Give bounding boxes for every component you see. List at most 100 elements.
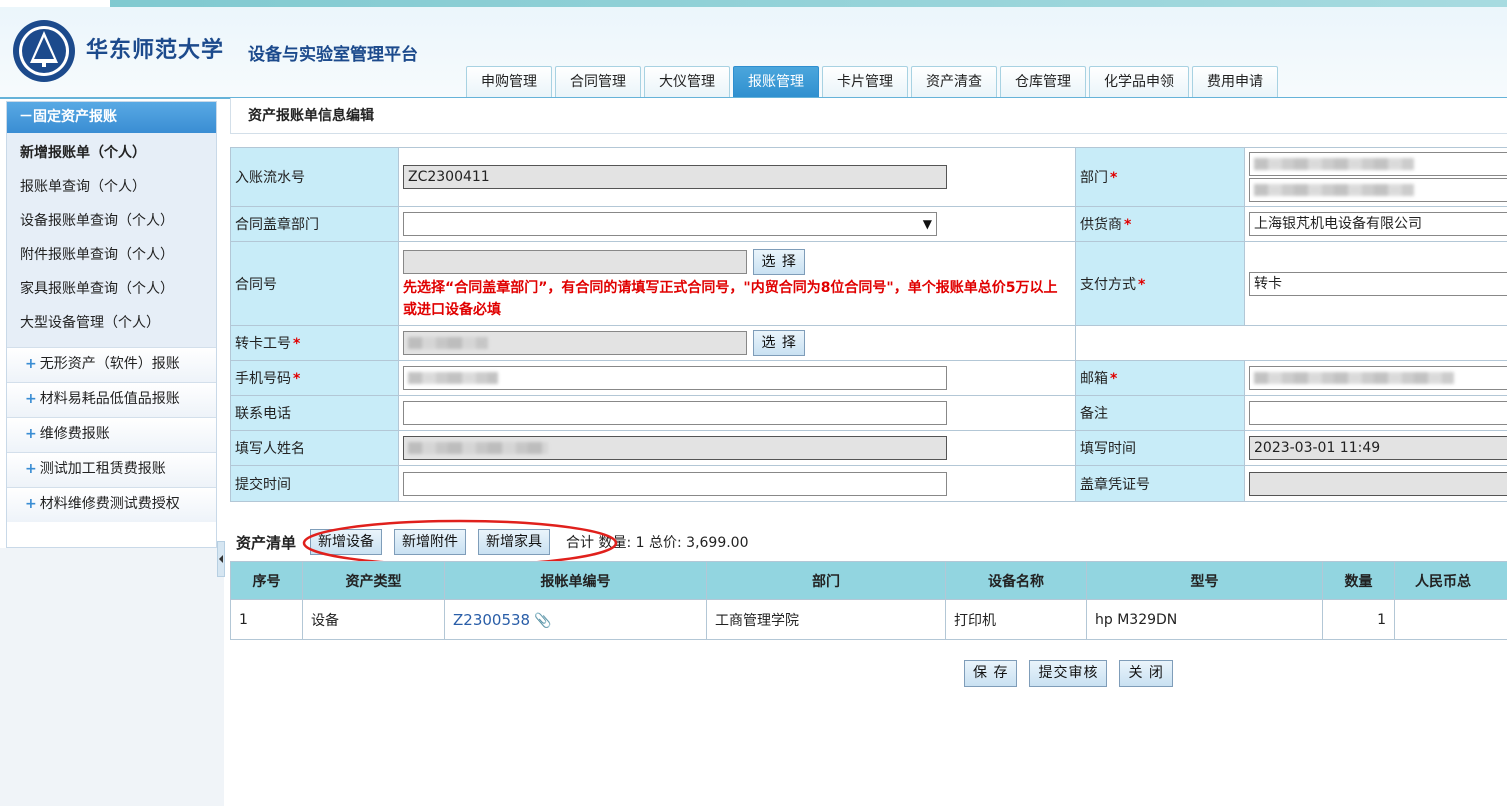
fill-time-input[interactable]: 2023-03-01 11:49	[1249, 436, 1507, 460]
contract-seal-dept-select[interactable]: ▼	[403, 212, 937, 236]
column-header: 设备名称	[945, 561, 1087, 600]
sidebar-collapse-toggle[interactable]	[217, 541, 225, 577]
cell-qty: 1	[1322, 599, 1395, 640]
required-mark: *	[293, 371, 301, 387]
university-logo-icon	[13, 20, 75, 82]
header-top-notch	[0, 0, 110, 7]
bill-no-link[interactable]: Z2300538	[453, 611, 530, 629]
bill-form: 入账流水号 ZC2300411 部门 * 合同盖章部门 ▼ 供货商 * 上海银芃机电…	[230, 147, 1507, 502]
contract-no-input[interactable]	[403, 249, 747, 274]
mobile-input[interactable]	[403, 366, 947, 390]
mobile-label: 手机号码 *	[230, 360, 399, 396]
sidebar-section-authorization[interactable]: + 材料维修费测试费授权	[7, 487, 216, 522]
sidebar-section-label: 材料易耗品低值品报账	[39, 391, 180, 407]
sidebar-item-bill-query[interactable]: 报账单查询（个人）	[7, 173, 216, 207]
cell-dept: 工商管理学院	[706, 599, 946, 640]
required-mark: *	[1138, 276, 1146, 293]
tab-reimbursement[interactable]: 报账管理	[733, 66, 819, 98]
submit-time-input[interactable]	[403, 471, 947, 496]
contract-select-button[interactable]: 选 择	[753, 248, 805, 275]
tab-contract[interactable]: 合同管理	[555, 66, 641, 98]
sidebar-section-label: 测试加工租赁费报账	[39, 461, 166, 477]
platform-name: 设备与实验室管理平台	[248, 45, 418, 65]
action-buttons: 保 存 提交审核 关 闭	[964, 660, 1173, 687]
tab-expense[interactable]: 费用申请	[1192, 66, 1278, 98]
payment-method-label: 支付方式 *	[1075, 241, 1245, 326]
column-header: 资产类型	[302, 561, 445, 600]
cell-type: 设备	[302, 599, 445, 640]
asset-table: 序号 资产类型 报帐单编号 部门 设备名称 型号 数量 人民币总 1 设备 Z2…	[230, 561, 1507, 640]
supplier-label: 供货商 *	[1075, 206, 1245, 242]
redacted-value	[408, 372, 498, 384]
save-button[interactable]: 保 存	[964, 660, 1018, 687]
contract-hint-text: 先选择“合同盖章部门”，有合同的请填写正式合同号，"内贸合同为8位合同号"，单个…	[403, 279, 1058, 318]
cell-model: hp M329DN	[1086, 599, 1323, 640]
contract-no-label: 合同号	[230, 241, 399, 326]
filler-name-input[interactable]	[403, 436, 947, 460]
column-header: 人民币总	[1394, 561, 1507, 600]
sidebar-item-accessory-bill-query[interactable]: 附件报账单查询（个人）	[7, 241, 216, 275]
sidebar-section-repair[interactable]: + 维修费报账	[7, 417, 216, 452]
sidebar-item-device-bill-query[interactable]: 设备报账单查询（个人）	[7, 207, 216, 241]
required-mark: *	[293, 336, 301, 352]
main-nav-tabs: 申购管理 合同管理 大仪管理 报账管理 卡片管理 资产清查 仓库管理 化学品申领…	[466, 66, 1278, 98]
submit-review-button[interactable]: 提交审核	[1029, 660, 1108, 687]
redacted-value	[1254, 184, 1414, 196]
remark-input[interactable]	[1249, 401, 1507, 425]
redacted-value	[408, 337, 488, 349]
column-header: 型号	[1086, 561, 1323, 600]
plus-icon: +	[25, 426, 37, 442]
staff-select-button[interactable]: 选 择	[753, 330, 805, 356]
tab-asset-inventory[interactable]: 资产清查	[911, 66, 997, 98]
remark-label: 备注	[1075, 395, 1245, 431]
entry-serial-input[interactable]: ZC2300411	[403, 165, 947, 189]
sidebar: －固定资产报账 新增报账单（个人） 报账单查询（个人） 设备报账单查询（个人） …	[6, 101, 217, 548]
tab-purchase[interactable]: 申购管理	[466, 66, 552, 98]
sidebar-submenu: 新增报账单（个人） 报账单查询（个人） 设备报账单查询（个人） 附件报账单查询（…	[7, 133, 216, 347]
column-header: 报帐单编号	[444, 561, 707, 600]
sidebar-item-large-device[interactable]: 大型设备管理（个人）	[7, 309, 216, 343]
seal-voucher-label: 盖章凭证号	[1075, 465, 1245, 502]
payment-method-input[interactable]: 转卡	[1249, 271, 1507, 296]
page-title: 资产报账单信息编辑	[230, 98, 1507, 134]
sidebar-item-furniture-bill-query[interactable]: 家具报账单查询（个人）	[7, 275, 216, 309]
seal-voucher-input[interactable]	[1249, 471, 1507, 496]
sidebar-section-materials[interactable]: + 材料易耗品低值品报账	[7, 382, 216, 417]
asset-list-title: 资产清单	[236, 533, 297, 552]
close-button[interactable]: 关 闭	[1119, 660, 1173, 687]
phone-input[interactable]	[403, 401, 947, 425]
filler-name-label: 填写人姓名	[230, 430, 399, 466]
plus-icon: +	[25, 461, 37, 477]
phone-label: 联系电话	[230, 395, 399, 431]
email-input[interactable]	[1249, 366, 1507, 390]
supplier-input[interactable]: 上海银芃机电设备有限公司	[1249, 212, 1507, 236]
sidebar-background	[0, 548, 224, 806]
redacted-value	[1254, 372, 1454, 384]
plus-icon: +	[25, 356, 37, 372]
paperclip-icon[interactable]: 📎	[534, 613, 551, 629]
fill-time-label: 填写时间	[1075, 430, 1245, 466]
tab-warehouse[interactable]: 仓库管理	[1000, 66, 1086, 98]
card-staff-no-input[interactable]	[403, 331, 747, 355]
redacted-value	[408, 442, 548, 454]
email-label: 邮箱 *	[1075, 360, 1245, 396]
column-header: 序号	[230, 561, 303, 600]
tab-chemical[interactable]: 化学品申领	[1089, 66, 1189, 98]
column-header: 部门	[706, 561, 946, 600]
tab-large-instrument[interactable]: 大仪管理	[644, 66, 730, 98]
sidebar-section-label: 材料维修费测试费授权	[39, 496, 180, 512]
sidebar-item-new-bill[interactable]: 新增报账单（个人）	[7, 139, 216, 173]
required-mark: *	[1110, 371, 1118, 387]
sidebar-section-intangible[interactable]: + 无形资产（软件）报账	[7, 347, 216, 382]
cell-device: 打印机	[945, 599, 1087, 640]
required-mark: *	[1124, 217, 1132, 233]
department-select-1[interactable]	[1249, 152, 1507, 176]
department-select-2[interactable]	[1249, 178, 1507, 202]
sidebar-section-fixed-assets[interactable]: －固定资产报账	[7, 102, 216, 133]
sidebar-section-label: 维修费报账	[39, 426, 110, 442]
sidebar-section-testing[interactable]: + 测试加工租赁费报账	[7, 452, 216, 487]
department-label: 部门 *	[1075, 147, 1245, 207]
card-staff-no-label: 转卡工号 *	[230, 325, 399, 361]
tab-card[interactable]: 卡片管理	[822, 66, 908, 98]
header-top-strip	[0, 0, 1507, 7]
